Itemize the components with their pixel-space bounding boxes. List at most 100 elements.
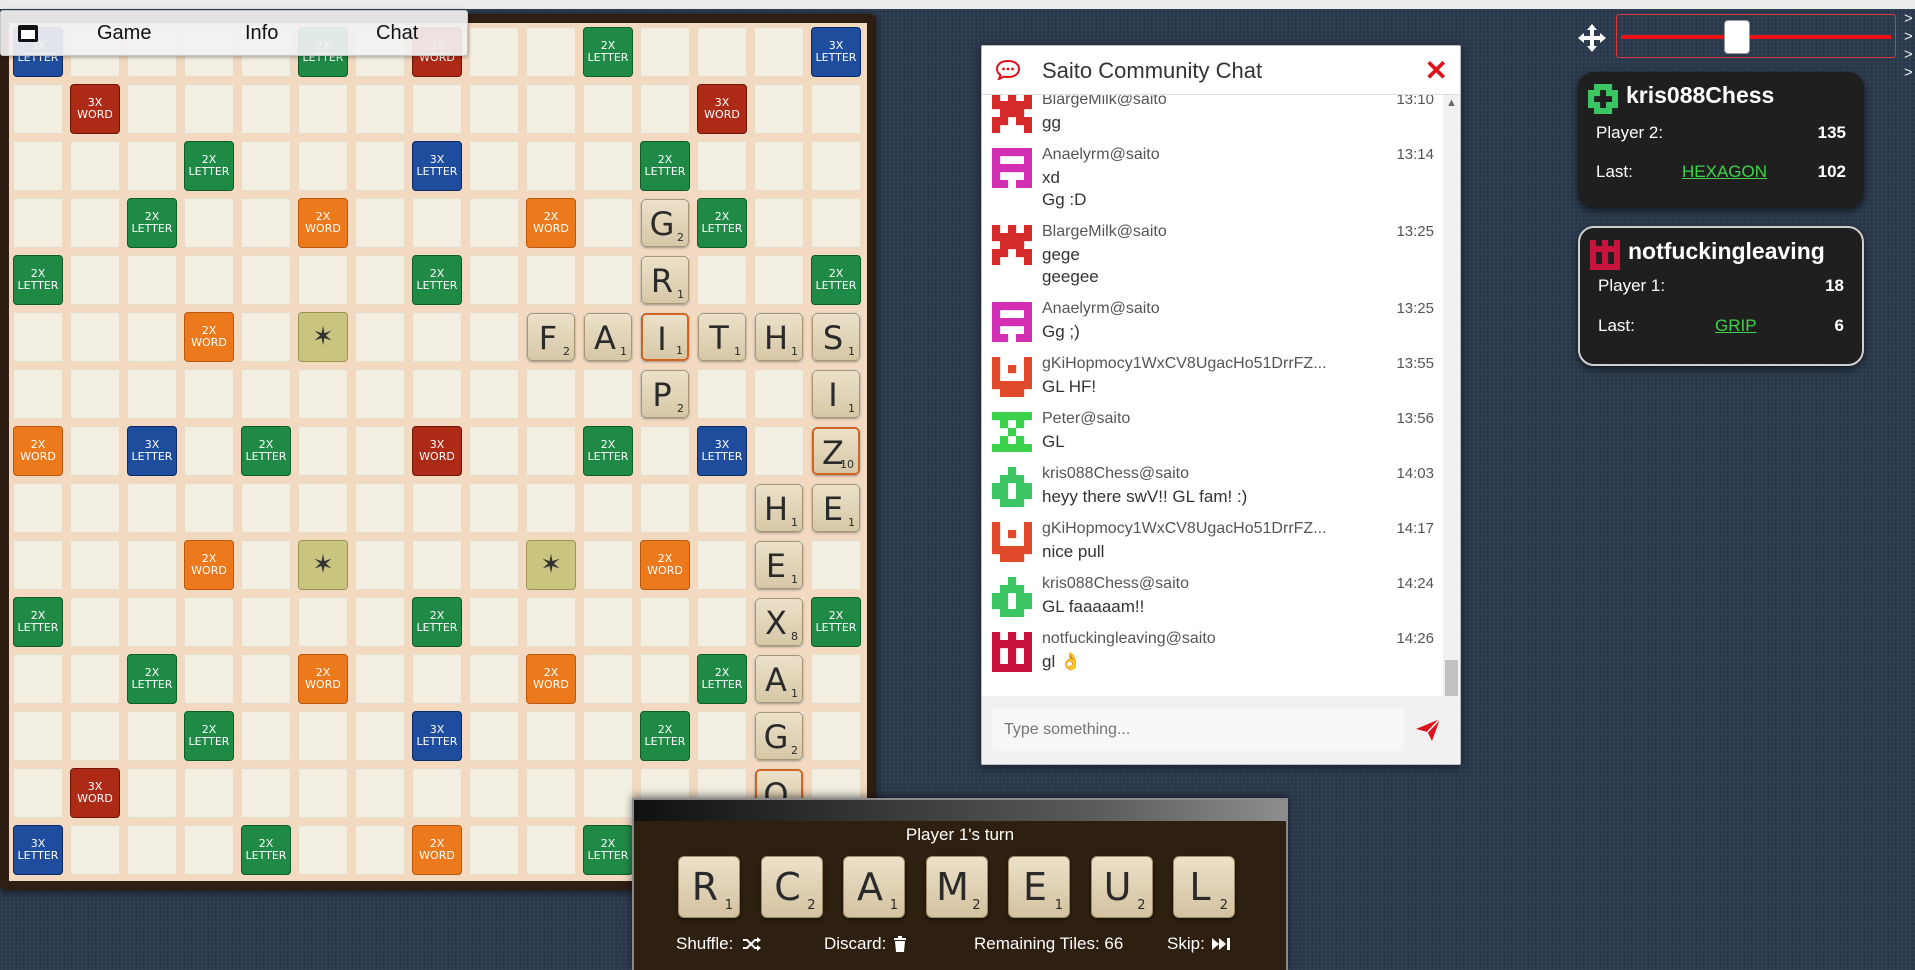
board-cell[interactable]: 2XLETTER [412, 255, 462, 305]
trash-icon[interactable] [893, 936, 907, 952]
board-cell[interactable] [583, 141, 633, 191]
board-cell[interactable]: ✶ [526, 540, 576, 590]
board-cell[interactable] [412, 84, 462, 134]
board-cell[interactable]: T1 [697, 312, 747, 362]
board-cell[interactable] [70, 255, 120, 305]
side-arrow-icon[interactable]: > [1904, 28, 1913, 45]
board-cell[interactable]: 2XLETTER [412, 597, 462, 647]
board-cell[interactable]: 3XLETTER [13, 825, 63, 875]
board-cell[interactable] [298, 711, 348, 761]
rack-drag-bar[interactable] [634, 800, 1286, 821]
board-cell[interactable]: 3XLETTER [412, 711, 462, 761]
board-cell[interactable] [127, 711, 177, 761]
board-cell[interactable] [241, 540, 291, 590]
board-cell[interactable] [241, 198, 291, 248]
board-cell[interactable] [70, 141, 120, 191]
board-cell[interactable] [469, 825, 519, 875]
board-cell[interactable]: 3XLETTER [811, 27, 861, 77]
board-cell[interactable] [640, 426, 690, 476]
board-cell[interactable] [469, 27, 519, 77]
rack-tile[interactable]: A1 [843, 856, 905, 918]
board-cell[interactable]: 2XLETTER [583, 825, 633, 875]
board-cell[interactable] [526, 825, 576, 875]
board-cell[interactable] [469, 84, 519, 134]
board-cell[interactable] [697, 540, 747, 590]
message-author[interactable]: BlargeMilk@saito [1042, 95, 1362, 109]
menu-game[interactable]: Game [97, 22, 151, 45]
board-cell[interactable] [526, 141, 576, 191]
board-cell[interactable] [469, 597, 519, 647]
board-cell[interactable] [127, 141, 177, 191]
board-cell[interactable] [355, 768, 405, 818]
board-cell[interactable]: 3XLETTER [127, 426, 177, 476]
board-cell[interactable] [811, 540, 861, 590]
board-cell[interactable]: R1 [640, 255, 690, 305]
board-cell[interactable] [70, 825, 120, 875]
menu-chat[interactable]: Chat [376, 22, 418, 45]
message-author[interactable]: Anaelyrm@saito [1042, 146, 1362, 164]
board-cell[interactable] [127, 255, 177, 305]
board-cell[interactable]: 2X WORD [526, 654, 576, 704]
board-cell[interactable] [13, 369, 63, 419]
board-cell[interactable] [70, 312, 120, 362]
board-cell[interactable]: 2XLETTER [127, 198, 177, 248]
message-author[interactable]: Peter@saito [1042, 410, 1362, 428]
board-cell[interactable] [526, 369, 576, 419]
board-cell[interactable] [583, 84, 633, 134]
board-cell[interactable] [13, 141, 63, 191]
board-cell[interactable] [127, 597, 177, 647]
board-cell[interactable] [13, 711, 63, 761]
board-cell[interactable] [640, 84, 690, 134]
rack-tile[interactable]: C2 [760, 856, 823, 918]
board-cell[interactable]: 2X WORD [298, 654, 348, 704]
board-cell[interactable] [583, 255, 633, 305]
board-cell[interactable] [70, 654, 120, 704]
board-cell[interactable]: E1 [754, 540, 804, 590]
board-cell[interactable]: S1 [811, 312, 861, 362]
rack-tile[interactable]: L2 [1173, 856, 1235, 918]
board-cell[interactable] [70, 369, 120, 419]
board-cell[interactable]: 2XLETTER [697, 654, 747, 704]
board-cell[interactable] [70, 483, 120, 533]
board-cell[interactable] [355, 255, 405, 305]
board-cell[interactable] [70, 426, 120, 476]
board-cell[interactable] [469, 540, 519, 590]
board-cell[interactable]: 2XLETTER [127, 654, 177, 704]
board-cell[interactable] [355, 597, 405, 647]
board-cell[interactable] [70, 540, 120, 590]
message-author[interactable]: BlargeMilk@saito [1042, 223, 1362, 241]
board-cell[interactable] [355, 312, 405, 362]
board-cell[interactable] [811, 198, 861, 248]
skip-icon[interactable] [1211, 936, 1231, 952]
board-cell[interactable]: 3XWORD [412, 426, 462, 476]
board-cell[interactable] [184, 84, 234, 134]
board-cell[interactable] [469, 198, 519, 248]
board-cell[interactable]: 2XLETTER [811, 597, 861, 647]
board-cell[interactable] [127, 369, 177, 419]
board-cell[interactable]: 2X WORD [298, 198, 348, 248]
board-cell[interactable]: A1 [583, 312, 633, 362]
board-cell[interactable]: 2X WORD [184, 540, 234, 590]
board-cell[interactable] [640, 27, 690, 77]
board-cell[interactable] [355, 198, 405, 248]
board-cell[interactable]: ✶ [298, 540, 348, 590]
board-cell[interactable] [583, 597, 633, 647]
board-cell[interactable] [412, 768, 462, 818]
board-cell[interactable] [241, 768, 291, 818]
board-cell[interactable]: 3XLETTER [412, 141, 462, 191]
board-cell[interactable] [526, 27, 576, 77]
menu-info[interactable]: Info [245, 22, 278, 45]
board-cell[interactable] [811, 654, 861, 704]
board-cell[interactable] [355, 141, 405, 191]
board-cell[interactable] [298, 483, 348, 533]
board-cell[interactable] [412, 369, 462, 419]
board-cell[interactable] [583, 540, 633, 590]
board-cell[interactable] [412, 540, 462, 590]
chat-header[interactable]: Saito Community Chat ✕ [982, 46, 1460, 95]
board-cell[interactable]: 2X WORD [526, 198, 576, 248]
board-cell[interactable] [526, 711, 576, 761]
board-cell[interactable] [583, 768, 633, 818]
board-cell[interactable]: I1 [811, 369, 861, 419]
board-cell[interactable] [583, 369, 633, 419]
board-cell[interactable] [811, 141, 861, 191]
